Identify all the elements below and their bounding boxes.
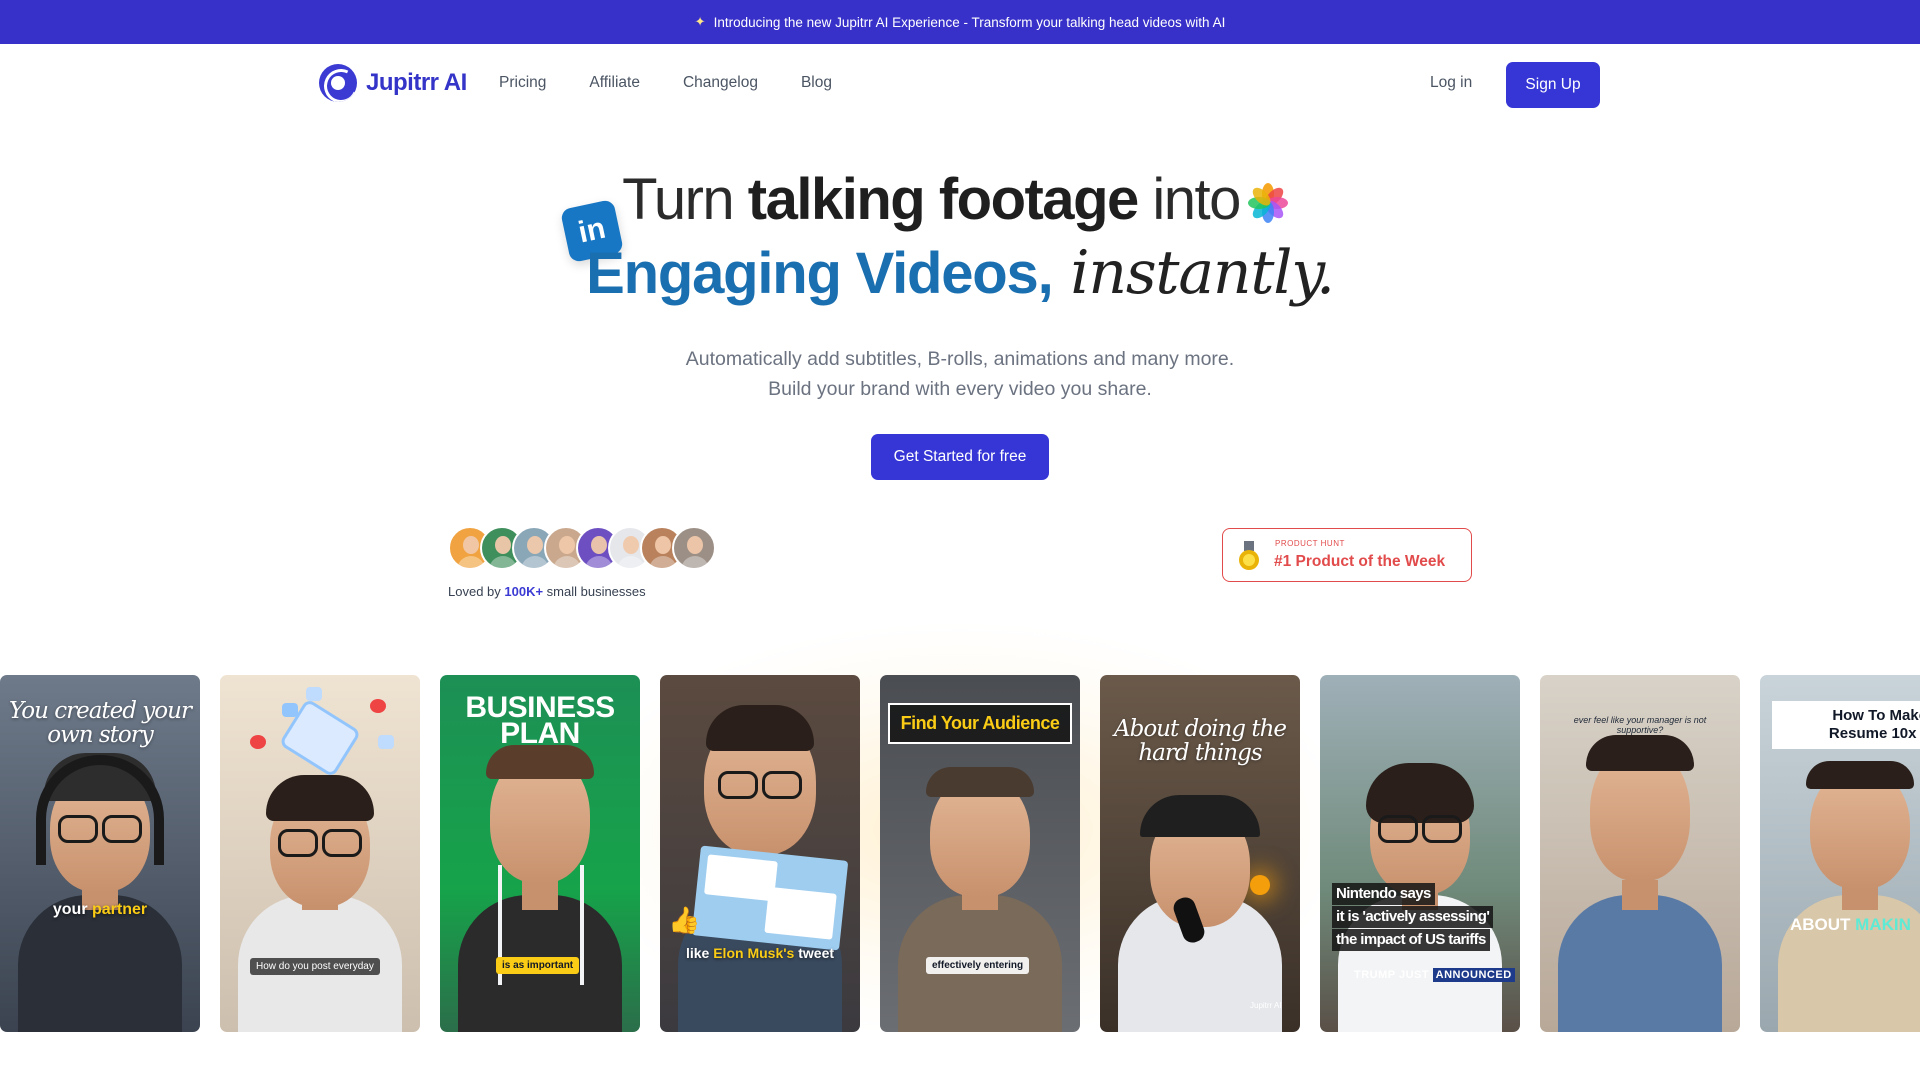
chat-bubble-icon <box>378 735 394 749</box>
video-card[interactable]: How do you post everyday <box>220 675 420 1032</box>
person-hair <box>926 767 1034 797</box>
card-caption: like Elon Musk's tweet <box>660 945 860 961</box>
jupitrr-logo-icon <box>319 64 357 102</box>
product-hunt-label: PRODUCT HUNT <box>1275 539 1345 548</box>
card-title: You created your own story <box>9 698 192 748</box>
nav-link-pricing[interactable]: Pricing <box>499 74 546 92</box>
caption-pre: like <box>685 945 714 961</box>
chat-bubble-icon <box>306 687 322 701</box>
news-caption: Nintendo says it is 'actively assessing'… <box>1332 883 1512 952</box>
top-nav: Jupitrr AI Pricing Affiliate Changelog B… <box>0 44 1920 126</box>
glasses <box>278 829 362 857</box>
video-card[interactable]: About doing the hard things Jupitrr AI <box>1100 675 1300 1032</box>
person-neck <box>1622 880 1658 910</box>
product-hunt-badge[interactable]: PRODUCT HUNT #1 Product of the Week <box>1222 528 1472 582</box>
video-card[interactable]: 👍 like Elon Musk's tweet <box>660 675 860 1032</box>
person-neck <box>522 880 558 910</box>
announcement-bar[interactable]: ✦ Introducing the new Jupitrr AI Experie… <box>0 0 1920 44</box>
person-hair <box>706 705 814 751</box>
caption-post: tweet <box>794 945 835 961</box>
earbud-cable <box>580 865 584 985</box>
ticker-highlight: ANNOUNCED <box>1432 968 1515 982</box>
hero-heading-line1: Turn talking footage into <box>0 166 1920 233</box>
video-card[interactable]: Nintendo says it is 'actively assessing'… <box>1320 675 1520 1032</box>
heart-icon <box>370 699 386 713</box>
loved-by-text: Loved by 100K+ small businesses <box>448 584 646 599</box>
hero-subtitle-line1: Automatically add subtitles, B-rolls, an… <box>685 348 1235 370</box>
news-line: Nintendo says <box>1332 883 1435 905</box>
hero-heading-line2: Engaging Videos, instantly. <box>0 238 1920 308</box>
nav-links: Pricing Affiliate Changelog Blog <box>499 74 875 92</box>
logo[interactable]: Jupitrr AI <box>319 64 467 102</box>
card-caption: is as important <box>496 957 580 974</box>
card-caption: effectively entering <box>926 957 1030 974</box>
card-title: ever feel like your manager is not suppo… <box>1573 715 1707 735</box>
nav-link-blog[interactable]: Blog <box>801 74 832 92</box>
cap <box>1140 795 1260 837</box>
thumbs-up-icon: 👍 <box>668 905 701 935</box>
caption-pre: your <box>52 901 92 918</box>
announcement-text: Introducing the new Jupitrr AI Experienc… <box>713 14 1226 30</box>
caption-pre: ABOUT <box>1790 915 1856 934</box>
caption-highlight: MAKIN <box>1855 915 1911 934</box>
video-card[interactable]: You created your own story your partner <box>0 675 200 1032</box>
loved-post: small businesses <box>543 584 646 599</box>
glasses <box>718 771 802 799</box>
card-title: How To Make Your Resume 10x Better <box>1772 701 1920 749</box>
nav-link-affiliate[interactable]: Affiliate <box>589 74 640 92</box>
card-caption: How do you post everyday <box>250 958 380 975</box>
video-card[interactable]: How To Make Your Resume 10x Better ABOUT… <box>1760 675 1920 1032</box>
person-hair <box>486 745 594 779</box>
card-caption: your partner <box>0 901 200 919</box>
user-icon <box>282 703 298 717</box>
hero-line2-italic: instantly. <box>1052 238 1335 308</box>
photos-flower-icon <box>1248 183 1288 223</box>
card-title: BUSINESS PLAN <box>465 691 615 750</box>
hero-line2-blue: Engaging Videos, <box>586 241 1054 306</box>
avatar-stack <box>448 526 716 570</box>
video-carousel: You created your own story your partner … <box>0 675 1920 1032</box>
signup-button[interactable]: Sign Up <box>1506 62 1600 108</box>
caption-highlight: Elon Musk's <box>713 945 795 961</box>
glasses <box>58 815 142 843</box>
watermark: Jupitrr AI <box>1250 1001 1282 1010</box>
card-title: About doing the hard things <box>1114 716 1287 766</box>
person-body <box>1558 895 1722 1032</box>
login-link[interactable]: Log in <box>1430 74 1472 92</box>
person-hair <box>266 775 374 821</box>
nav-link-changelog[interactable]: Changelog <box>683 74 758 92</box>
news-ticker: TRUMP JUST ANNOUNCED <box>1354 968 1515 982</box>
video-card[interactable]: ever feel like your manager is not suppo… <box>1540 675 1740 1032</box>
ticker-pre: TRUMP JUST <box>1354 969 1433 981</box>
loved-count: 100K+ <box>504 584 544 599</box>
person-hair <box>1366 763 1474 823</box>
hero-line1-pre: Turn <box>622 167 748 232</box>
hero-line1-bold: talking footage <box>747 167 1139 232</box>
tweet-screenshot <box>691 845 849 951</box>
medal-icon <box>1239 541 1259 570</box>
hero-subtitle: Automatically add subtitles, B-rolls, an… <box>0 344 1920 404</box>
news-line: it is 'actively assessing' <box>1332 906 1494 928</box>
brand-name: Jupitrr AI <box>366 69 467 96</box>
loved-pre: Loved by <box>448 584 505 599</box>
hero-line1-post: into <box>1137 167 1241 232</box>
sparkle-icon: ✦ <box>694 14 706 29</box>
product-hunt-award: #1 Product of the Week <box>1274 553 1446 570</box>
hero-subtitle-line2: Build your brand with every video you sh… <box>768 378 1152 400</box>
news-line: the impact of US tariffs <box>1332 929 1490 951</box>
person-hair <box>1586 735 1694 771</box>
glasses <box>1378 815 1462 843</box>
video-card[interactable]: BUSINESS PLAN is as important <box>440 675 640 1032</box>
avatar <box>672 526 716 570</box>
heart-icon <box>250 735 266 749</box>
card-title: Find Your Audience <box>888 703 1072 744</box>
person-hair <box>1806 761 1914 789</box>
caption-highlight: partner <box>92 901 148 918</box>
lamp <box>1250 875 1270 895</box>
card-caption: ABOUT MAKIN <box>1790 915 1911 935</box>
video-card[interactable]: Find Your Audience effectively entering <box>880 675 1080 1032</box>
get-started-button[interactable]: Get Started for free <box>871 434 1049 480</box>
